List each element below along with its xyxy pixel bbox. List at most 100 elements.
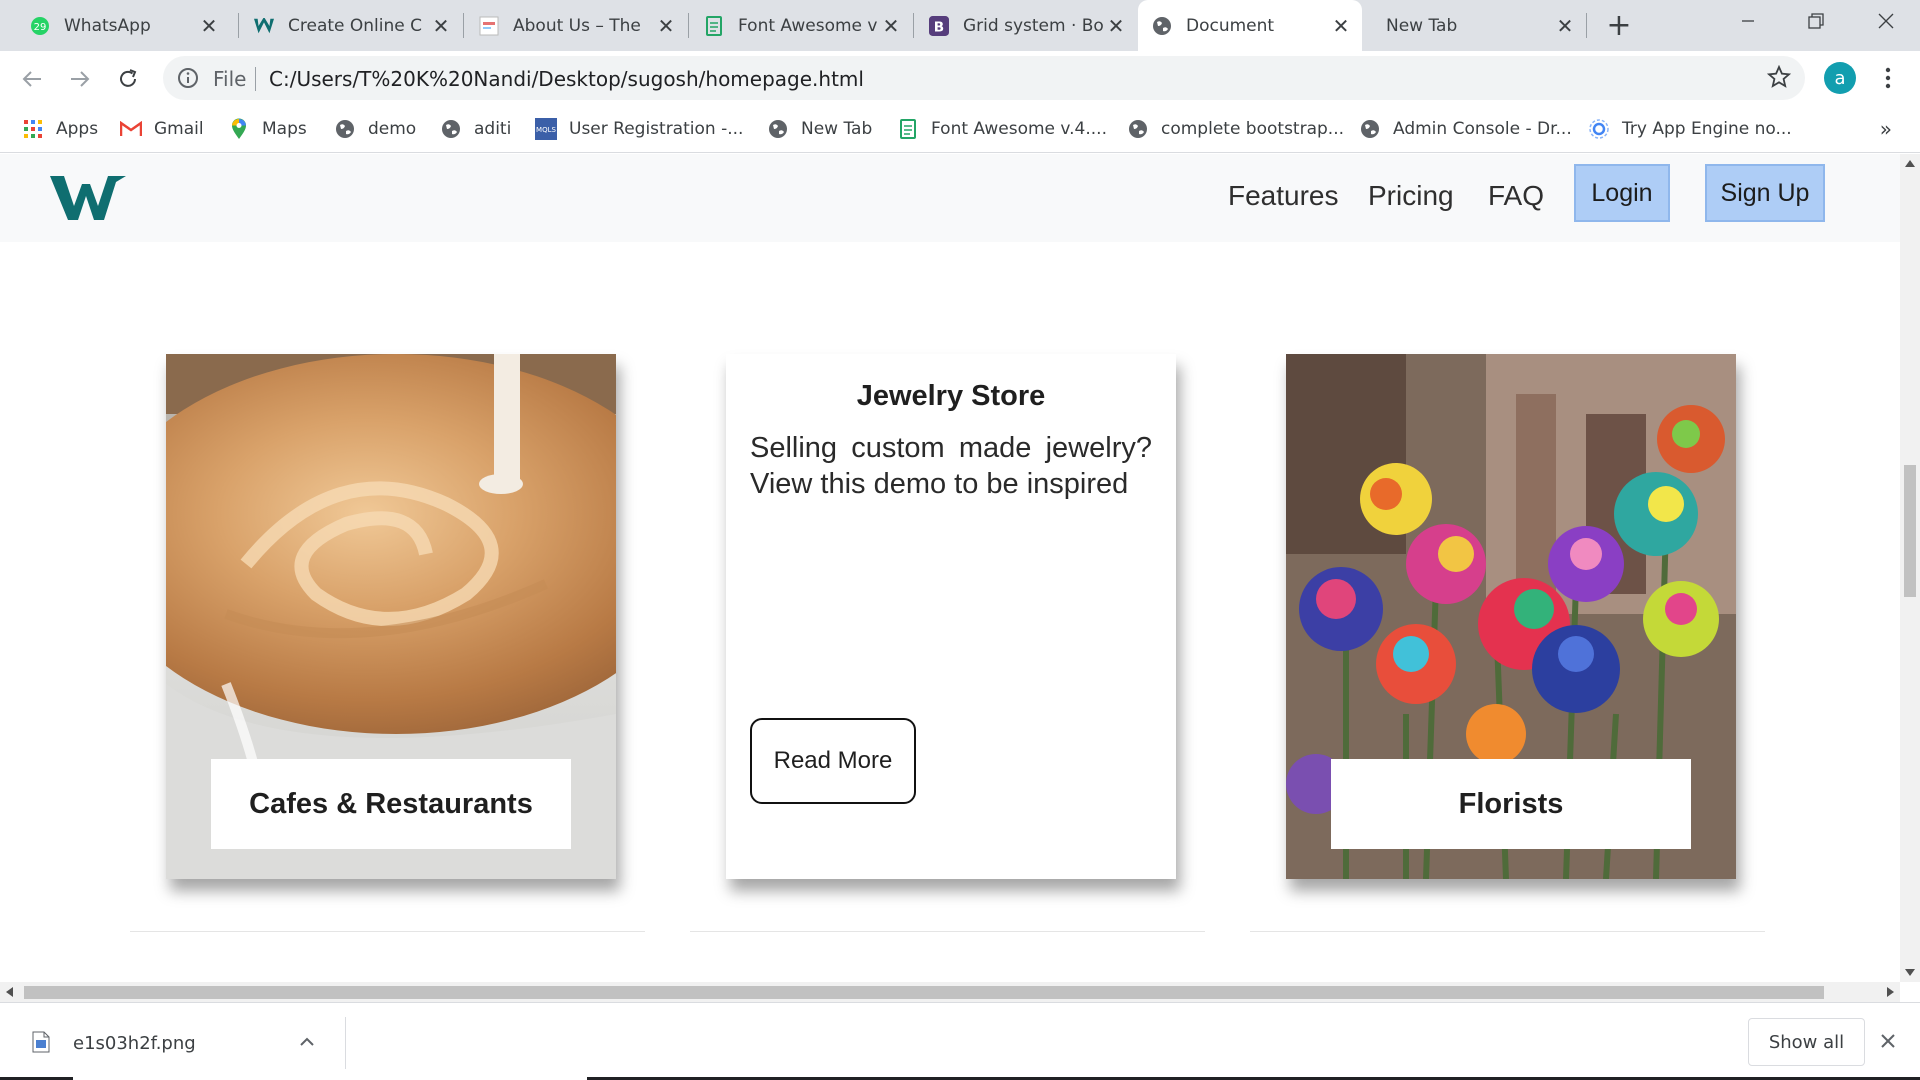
bootstrap-icon: B [929, 15, 949, 36]
svg-text:B: B [934, 19, 944, 35]
show-all-button[interactable]: Show all [1748, 1018, 1865, 1066]
scrollbar-thumb[interactable] [1904, 465, 1916, 597]
bookmark-admin-console[interactable]: Admin Console - Dr... [1359, 116, 1572, 142]
svg-text:MQLS: MQLS [536, 126, 556, 134]
tab-new-tab[interactable]: New Tab ✕ [1364, 0, 1586, 51]
close-icon[interactable]: ✕ [198, 14, 220, 38]
doc-icon [704, 15, 724, 36]
card-label: Cafes & Restaurants [211, 759, 571, 849]
close-icon[interactable] [1880, 1027, 1896, 1055]
tab-title: WhatsApp [64, 15, 151, 36]
back-arrow-icon[interactable] [17, 64, 47, 94]
bookmark-user-registration[interactable]: MQLS User Registration -... [535, 116, 743, 142]
tab-whatsapp[interactable]: 29 WhatsApp ✕ [16, 0, 230, 51]
nav-faq-link[interactable]: FAQ [1488, 180, 1544, 212]
bookmark-maps[interactable]: Maps [228, 116, 307, 142]
bookmark-label: Try App Engine no... [1622, 119, 1792, 139]
bookmark-apps[interactable]: Apps [22, 116, 98, 142]
tab-document[interactable]: Document ✕ [1138, 0, 1362, 51]
scrollbar-thumb[interactable] [24, 986, 1824, 999]
image-file-icon [32, 1031, 50, 1053]
apps-grid-icon [22, 118, 44, 140]
globe-icon [334, 118, 356, 140]
globe-icon [1359, 118, 1381, 140]
scroll-right-icon[interactable] [1887, 987, 1894, 997]
more-menu-icon[interactable] [1878, 64, 1898, 92]
window-close-icon[interactable] [1856, 0, 1916, 42]
bookmark-font-awesome[interactable]: Font Awesome v.4.... [897, 116, 1107, 142]
tab-title: New Tab [1386, 15, 1458, 36]
site-navbar: Features Pricing FAQ Login Sign Up [0, 154, 1900, 242]
bookmark-aditi[interactable]: aditi [440, 116, 511, 142]
bookmark-star-icon[interactable] [1766, 64, 1792, 93]
read-more-button[interactable]: Read More [750, 718, 916, 804]
url-text[interactable]: C:/Users/T%20K%20Nandi/Desktop/sugosh/ho… [269, 67, 864, 91]
globe-icon [1127, 118, 1149, 140]
close-icon[interactable]: ✕ [430, 14, 452, 38]
bookmark-demo[interactable]: demo [334, 116, 416, 142]
minimize-icon[interactable] [1718, 0, 1778, 42]
site-logo[interactable] [50, 176, 126, 220]
card-cafes-restaurants[interactable]: Cafes & Restaurants [166, 354, 616, 879]
login-button[interactable]: Login [1574, 164, 1670, 222]
globe-icon [1152, 16, 1172, 36]
bookmark-label: Maps [262, 119, 307, 139]
tab-create-online[interactable]: Create Online C ✕ [240, 0, 462, 51]
bookmark-label: complete bootstrap... [1161, 119, 1344, 139]
scroll-up-icon[interactable] [1905, 160, 1915, 167]
divider [1250, 931, 1765, 932]
card-florists[interactable]: Florists [1286, 354, 1736, 879]
nav-pricing-link[interactable]: Pricing [1368, 180, 1454, 212]
bookmark-complete-bootstrap[interactable]: complete bootstrap... [1127, 116, 1344, 142]
scroll-left-icon[interactable] [6, 987, 13, 997]
bookmark-gmail[interactable]: Gmail [120, 116, 204, 142]
bookmark-label: Font Awesome v.4.... [931, 119, 1107, 139]
tab-font-awesome[interactable]: Font Awesome v ✕ [690, 0, 912, 51]
tab-title: About Us – The [513, 15, 641, 36]
close-icon[interactable]: ✕ [1330, 14, 1352, 38]
profile-avatar[interactable]: a [1824, 62, 1856, 94]
close-icon[interactable]: ✕ [1554, 14, 1576, 38]
whatsapp-icon: 29 [30, 16, 50, 36]
tab-title: Font Awesome v [738, 15, 878, 36]
address-bar[interactable]: File C:/Users/T%20K%20Nandi/Desktop/sugo… [163, 56, 1805, 100]
tab-about-us[interactable]: About Us – The ✕ [465, 0, 687, 51]
vertical-scrollbar[interactable] [1900, 154, 1920, 982]
site-icon [479, 16, 499, 36]
info-icon[interactable] [177, 67, 199, 93]
horizontal-scrollbar[interactable] [0, 982, 1900, 1002]
whatsapp-badge: 29 [34, 22, 47, 33]
forward-arrow-icon[interactable] [65, 64, 95, 94]
divider [690, 931, 1205, 932]
tab-grid-system[interactable]: B Grid system · Bo ✕ [915, 0, 1137, 51]
bookmark-new-tab[interactable]: New Tab [767, 116, 872, 142]
scheme-label: File [213, 67, 247, 91]
restore-icon[interactable] [1786, 0, 1846, 42]
bookmark-label: Gmail [154, 119, 204, 139]
bookmark-label: New Tab [801, 119, 873, 139]
divider [130, 931, 645, 932]
tab-title: Grid system · Bo [963, 15, 1104, 36]
close-icon[interactable]: ✕ [1105, 14, 1127, 38]
signup-button[interactable]: Sign Up [1705, 164, 1825, 222]
new-tab-plus-icon[interactable]: + [1604, 8, 1634, 43]
bookmarks-overflow-icon[interactable]: » [1880, 117, 1892, 141]
page-viewport: Features Pricing FAQ Login Sign Up Cafes… [0, 154, 1900, 982]
bookmark-label: User Registration -... [569, 119, 744, 139]
tab-strip: 29 WhatsApp ✕ Create Online C ✕ About Us… [0, 0, 1920, 51]
download-item[interactable]: e1s03h2f.png [0, 1003, 345, 1080]
bookmark-app-engine[interactable]: Try App Engine no... [1588, 116, 1792, 142]
tab-title: Document [1186, 15, 1275, 36]
reload-icon[interactable] [113, 64, 143, 94]
close-icon[interactable]: ✕ [880, 14, 902, 38]
nav-features-link[interactable]: Features [1228, 180, 1339, 212]
globe-icon [440, 118, 462, 140]
scroll-down-icon[interactable] [1905, 969, 1915, 976]
close-icon[interactable]: ✕ [655, 14, 677, 38]
browser-toolbar: File C:/Users/T%20K%20Nandi/Desktop/sugo… [0, 51, 1920, 105]
card-description: Selling custom made jewelry? View this d… [750, 432, 1152, 500]
chevron-up-icon[interactable] [300, 1031, 314, 1052]
bookmark-label: demo [368, 119, 417, 139]
w-icon [254, 16, 274, 36]
doc-icon [897, 118, 919, 140]
